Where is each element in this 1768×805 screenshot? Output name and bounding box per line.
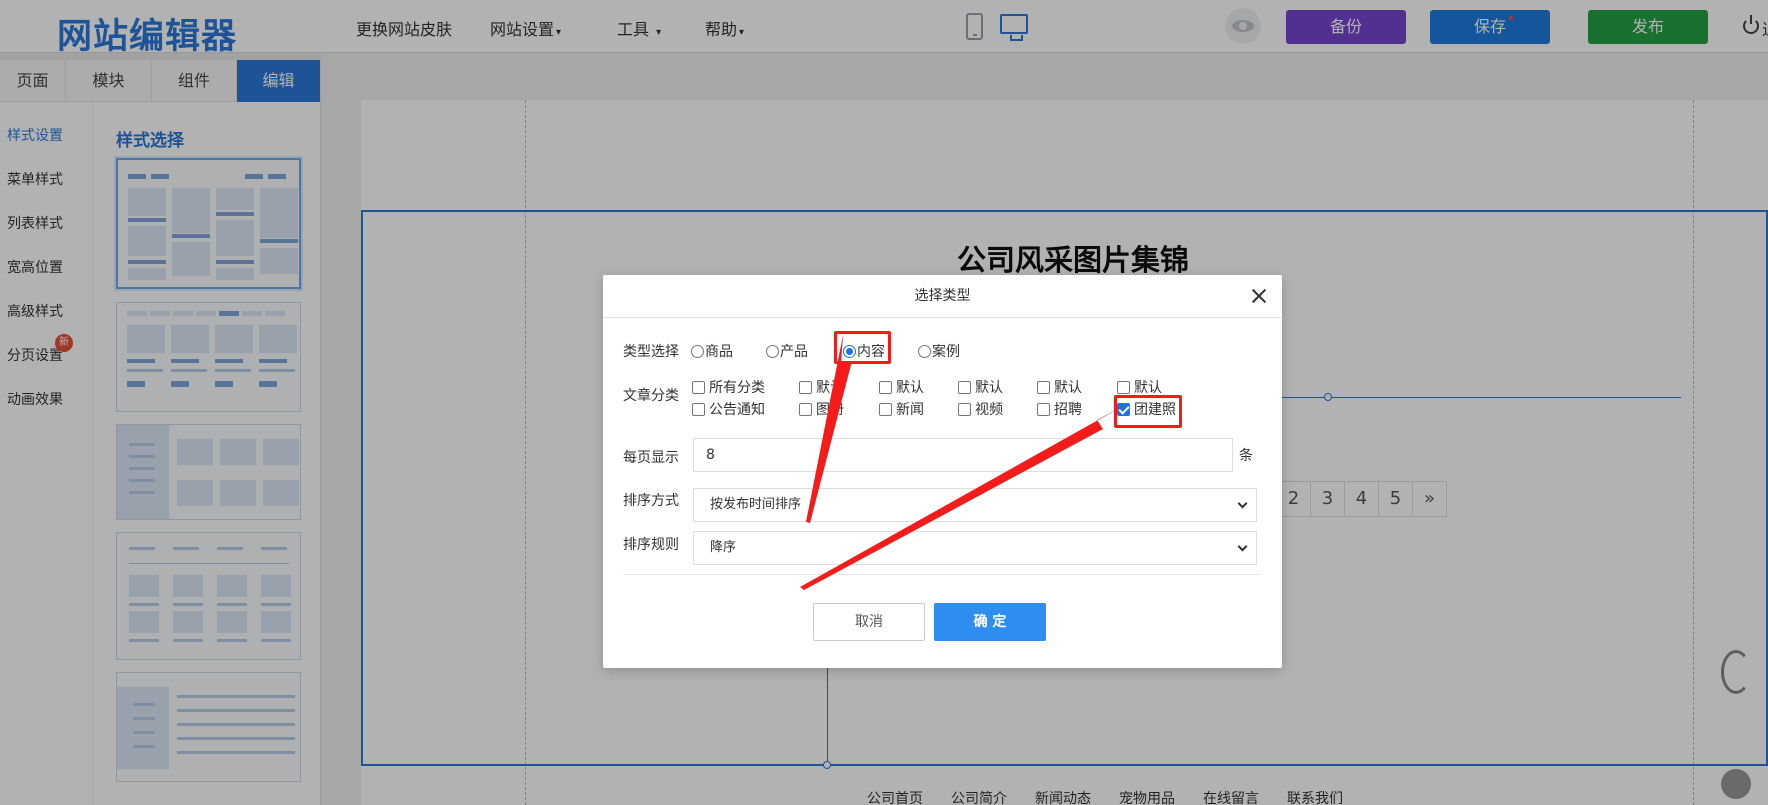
dialog-title: 选择类型 — [603, 275, 1282, 318]
checkbox-icon[interactable] — [958, 402, 971, 416]
confirm-button[interactable]: 确 定 — [934, 603, 1046, 641]
sort-rule-label: 排序规则 — [623, 537, 679, 553]
radio-icon[interactable] — [766, 344, 779, 358]
checkbox-default-2[interactable]: 默认 — [879, 377, 924, 397]
per-page-label: 每页显示 — [623, 450, 679, 466]
checkbox-album[interactable]: 图册 — [799, 399, 844, 419]
checkbox-icon[interactable] — [799, 380, 812, 394]
radio-case-label: 案例 — [932, 344, 960, 360]
sort-method-select[interactable]: 按发布时间排序 — [693, 488, 1257, 522]
checkbox-label: 所有分类 — [709, 380, 765, 396]
radio-icon[interactable] — [918, 344, 931, 358]
annotation-box-content — [834, 331, 891, 364]
checkbox-notice[interactable]: 公告通知 — [692, 399, 765, 419]
checkbox-icon[interactable] — [1037, 402, 1050, 416]
checkbox-label: 默认 — [1134, 380, 1162, 396]
checkbox-all-categories[interactable]: 所有分类 — [692, 377, 765, 397]
sort-method-value: 按发布时间排序 — [710, 497, 802, 512]
radio-icon[interactable] — [691, 344, 704, 358]
checkbox-icon[interactable] — [692, 402, 705, 416]
radio-case[interactable]: 案例 — [918, 341, 960, 361]
sort-rule-value: 降序 — [710, 540, 737, 555]
checkbox-icon[interactable] — [1117, 380, 1130, 394]
sort-method-label: 排序方式 — [623, 493, 679, 509]
checkbox-label: 新闻 — [896, 402, 924, 418]
checkbox-label: 默认 — [1054, 380, 1082, 396]
checkbox-default-5[interactable]: 默认 — [1117, 377, 1162, 397]
select-type-dialog: 选择类型 类型选择 商品 产品 内容 案例 文章分类 所有分类 默认 默认 默认… — [603, 275, 1282, 668]
checkbox-news[interactable]: 新闻 — [879, 399, 924, 419]
checkbox-default-4[interactable]: 默认 — [1037, 377, 1082, 397]
checkbox-label: 默认 — [816, 380, 844, 396]
checkbox-label: 图册 — [816, 402, 844, 418]
checkbox-icon[interactable] — [879, 380, 892, 394]
radio-product[interactable]: 产品 — [766, 341, 808, 361]
per-page-unit: 条 — [1239, 448, 1253, 464]
checkbox-label: 默认 — [975, 380, 1003, 396]
chevron-down-icon — [1237, 541, 1248, 552]
checkbox-label: 默认 — [896, 380, 924, 396]
type-select-label: 类型选择 — [623, 344, 679, 360]
annotation-box-team-photos — [1114, 395, 1182, 428]
checkbox-icon[interactable] — [879, 402, 892, 416]
radio-goods-label: 商品 — [705, 344, 733, 360]
category-label: 文章分类 — [623, 388, 679, 404]
dialog-divider — [623, 574, 1261, 575]
radio-goods[interactable]: 商品 — [691, 341, 733, 361]
checkbox-label: 公告通知 — [709, 402, 765, 418]
close-icon[interactable] — [1250, 287, 1268, 305]
checkbox-icon[interactable] — [1037, 380, 1050, 394]
radio-product-label: 产品 — [780, 344, 808, 360]
per-page-input[interactable]: 8 — [693, 438, 1233, 472]
checkbox-icon[interactable] — [958, 380, 971, 394]
checkbox-video[interactable]: 视频 — [958, 399, 1003, 419]
checkbox-label: 招聘 — [1054, 402, 1082, 418]
checkbox-default-1[interactable]: 默认 — [799, 377, 844, 397]
checkbox-recruit[interactable]: 招聘 — [1037, 399, 1082, 419]
chevron-down-icon — [1237, 498, 1248, 509]
checkbox-default-3[interactable]: 默认 — [958, 377, 1003, 397]
sort-rule-select[interactable]: 降序 — [693, 531, 1257, 565]
checkbox-icon[interactable] — [799, 402, 812, 416]
cancel-button[interactable]: 取消 — [813, 603, 925, 641]
checkbox-label: 视频 — [975, 402, 1003, 418]
checkbox-icon[interactable] — [692, 380, 705, 394]
